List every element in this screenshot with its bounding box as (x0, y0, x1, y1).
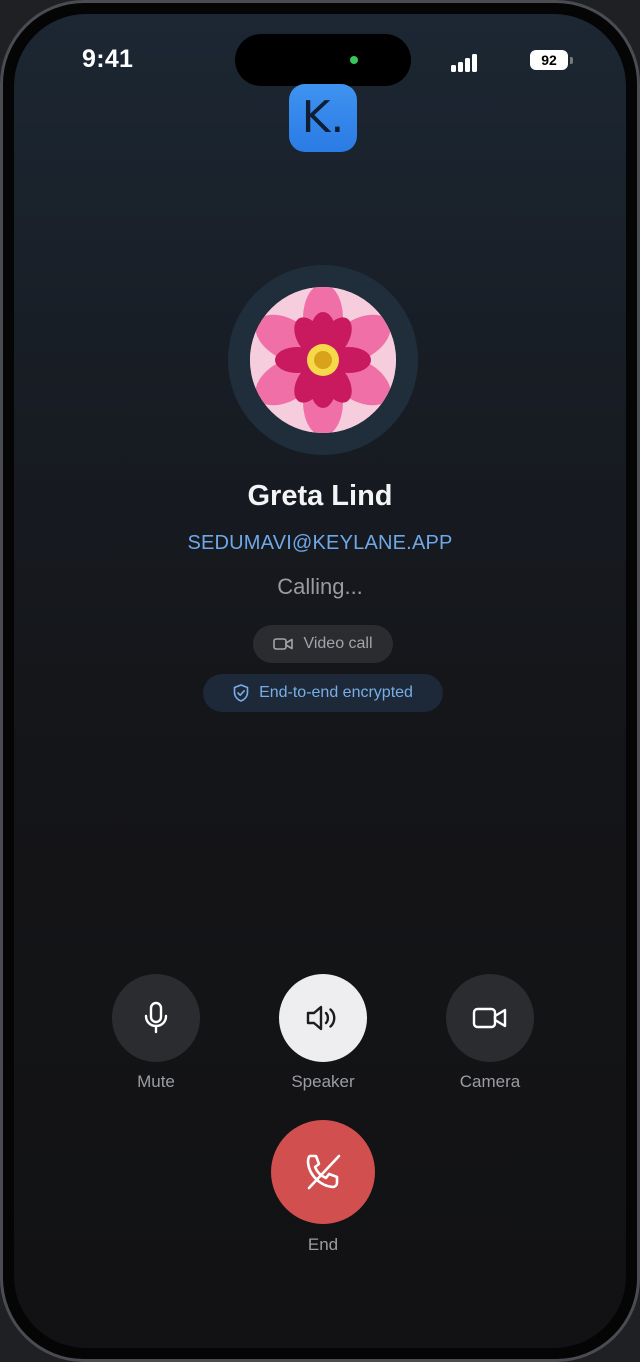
caller-name: Greta Lind (247, 480, 393, 512)
app-logo: K. (289, 84, 357, 152)
video-call-badge: Video call (253, 625, 393, 663)
call-screen: 9:41 92 K. Greta Lind SEDUMAVI@KEYLANE.A… (14, 14, 626, 1348)
shield-check-icon (233, 684, 249, 702)
phone-off-icon (306, 1154, 341, 1190)
avatar (250, 287, 396, 433)
flower-avatar-icon (250, 287, 396, 433)
battery-icon: 92 (530, 50, 574, 70)
status-time: 9:41 (82, 45, 134, 73)
video-camera-icon (472, 1007, 507, 1029)
dynamic-island (235, 34, 411, 86)
call-status: Calling... (277, 574, 363, 599)
phone-frame: 9:41 92 K. Greta Lind SEDUMAVI@KEYLANE.A… (0, 0, 640, 1362)
speaker-button[interactable] (279, 974, 367, 1062)
camera-label: Camera (459, 1072, 521, 1091)
encryption-badge: End-to-end encrypted (203, 674, 443, 712)
battery-level: 92 (530, 50, 568, 70)
speaker-icon (306, 1005, 336, 1031)
camera-indicator-dot (350, 56, 358, 64)
camera-button[interactable] (446, 974, 534, 1062)
speaker-label: Speaker (291, 1072, 355, 1091)
avatar-ring (228, 265, 418, 455)
video-call-label: Video call (303, 635, 373, 652)
mute-label: Mute (137, 1072, 175, 1091)
mute-button[interactable] (112, 974, 200, 1062)
caller-handle: SEDUMAVI@KEYLANE.APP (187, 532, 453, 554)
cellular-signal-icon (451, 54, 477, 72)
end-call-button[interactable] (271, 1120, 375, 1224)
encryption-label: End-to-end encrypted (259, 684, 413, 701)
end-call-label: End (307, 1235, 339, 1254)
video-camera-icon (273, 638, 294, 650)
microphone-icon (144, 1001, 168, 1034)
